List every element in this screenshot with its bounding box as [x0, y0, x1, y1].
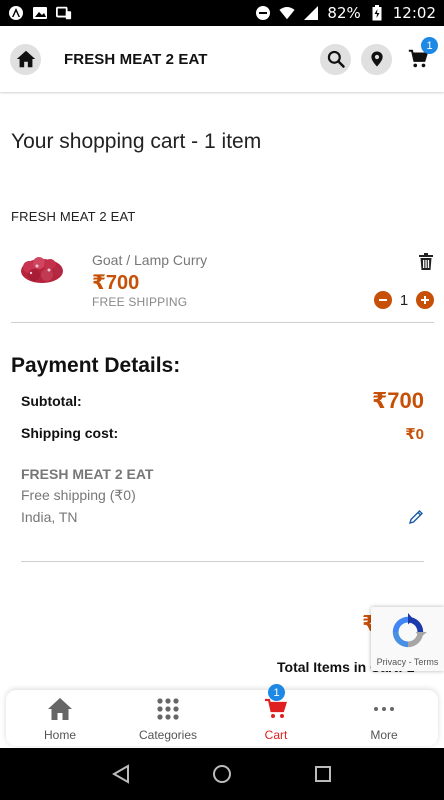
bottom-tab-bar: Home Categories 1 Cart More — [6, 684, 438, 746]
tab-home-label: Home — [43, 728, 76, 742]
tab-cart[interactable]: 1 Cart — [222, 684, 330, 746]
search-button[interactable] — [320, 43, 351, 75]
address-location: India, TN — [21, 509, 78, 525]
wifi-icon — [279, 5, 295, 21]
decrease-quantity-button[interactable] — [374, 291, 392, 309]
tab-categories-label: Categories — [138, 728, 198, 742]
payment-details-heading: Payment Details: — [11, 354, 181, 377]
quantity-value: 1 — [399, 291, 409, 309]
cart-count-badge: 1 — [421, 37, 438, 54]
recaptcha-badge[interactable]: Privacy - Terms — [371, 607, 444, 671]
quantity-stepper: 1 — [374, 291, 434, 309]
home-circle-icon — [212, 765, 231, 783]
search-icon — [327, 50, 345, 68]
page-title: Your shopping cart - 1 item — [11, 130, 262, 153]
recents-button[interactable] — [312, 763, 334, 785]
pencil-icon — [408, 510, 423, 525]
location-button[interactable] — [361, 43, 392, 75]
app-header: FRESH MEAT 2 EAT 1 — [0, 26, 444, 92]
clock: 12:02 — [392, 4, 436, 22]
battery-icon — [369, 5, 385, 21]
home-icon — [47, 696, 73, 722]
tab-categories[interactable]: Categories — [114, 690, 222, 746]
recaptcha-icon — [392, 613, 427, 648]
delete-item-button[interactable] — [418, 252, 434, 270]
recents-square-icon — [315, 766, 332, 782]
more-icon — [371, 696, 397, 722]
devices-notification-icon — [56, 5, 72, 21]
do-not-disturb-icon — [255, 5, 271, 21]
cart-item: Goat / Lamp Curry ₹700 FREE SHIPPING 1 — [11, 243, 434, 323]
product-image[interactable] — [19, 253, 65, 287]
store-title: FRESH MEAT 2 EAT — [64, 50, 208, 68]
product-shipping-label: FREE SHIPPING — [92, 295, 188, 309]
recaptcha-links[interactable]: Privacy - Terms — [371, 657, 444, 667]
increase-quantity-button[interactable] — [416, 291, 434, 309]
tab-more[interactable]: More — [330, 690, 438, 746]
shipping-cost-label: Shipping cost: — [21, 425, 119, 441]
shipping-method: Free shipping (₹0) — [21, 487, 136, 503]
address-store-name: FRESH MEAT 2 EAT — [21, 466, 154, 482]
back-triangle-icon — [111, 764, 129, 784]
minus-icon — [379, 299, 387, 301]
location-pin-icon — [370, 51, 383, 67]
home-icon — [16, 50, 35, 68]
subtotal-value: ₹700 — [371, 388, 424, 413]
cell-signal-icon — [303, 5, 319, 21]
shipping-cost-value: ₹0 — [405, 426, 424, 443]
home-nav-button[interactable] — [211, 763, 233, 785]
header-cart-button[interactable]: 1 — [402, 37, 438, 75]
cart-store-name: FRESH MEAT 2 EAT — [11, 209, 136, 224]
tab-cart-badge: 1 — [268, 684, 285, 701]
status-bar: 82% 12:02 — [0, 0, 444, 26]
battery-percent: 82% — [327, 4, 361, 22]
product-price: ₹700 — [92, 272, 140, 294]
app-notification-icon — [8, 5, 24, 21]
trash-icon — [419, 252, 433, 270]
tab-more-label: More — [370, 728, 398, 742]
edit-address-button[interactable] — [408, 509, 424, 525]
plus-icon — [421, 296, 429, 304]
subtotal-label: Subtotal: — [21, 393, 82, 409]
shipping-address-block: FRESH MEAT 2 EAT Free shipping (₹0) Indi… — [21, 466, 424, 562]
image-notification-icon — [32, 5, 48, 21]
home-button[interactable] — [10, 43, 41, 75]
product-name[interactable]: Goat / Lamp Curry — [92, 252, 207, 268]
tab-cart-label: Cart — [264, 728, 288, 742]
android-nav-bar — [0, 748, 444, 800]
back-button[interactable] — [110, 763, 132, 785]
grid-icon — [155, 696, 181, 722]
tab-home[interactable]: Home — [6, 690, 114, 746]
